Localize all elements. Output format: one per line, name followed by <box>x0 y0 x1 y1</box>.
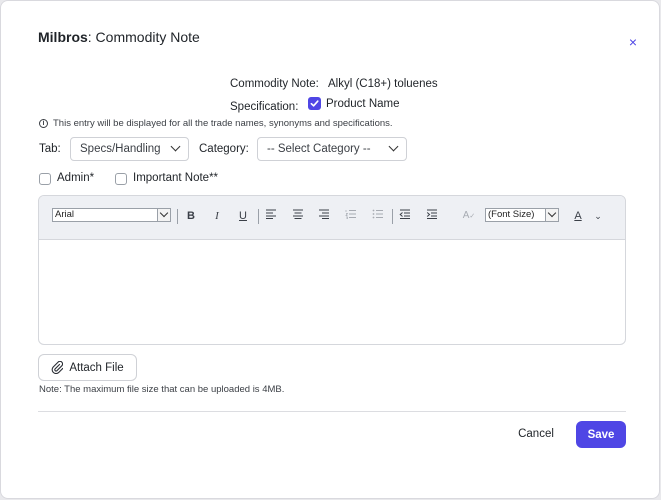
footer-divider <box>38 411 626 412</box>
paperclip-icon <box>51 361 64 374</box>
important-note-label: Important Note** <box>133 172 219 184</box>
clear-format-icon[interactable]: A✓ <box>462 209 476 223</box>
font-size-select[interactable]: (Font Size) <box>485 208 559 222</box>
category-select[interactable]: -- Select Category -- <box>257 137 407 161</box>
editor-content-area[interactable] <box>39 240 625 344</box>
category-label: Category: <box>199 143 249 155</box>
commodity-note-label: Commodity Note: <box>230 78 319 90</box>
category-select-value: -- Select Category -- <box>267 143 371 155</box>
chevron-down-icon <box>388 141 399 152</box>
indent-icon[interactable] <box>425 209 439 223</box>
chevron-down-icon <box>170 141 181 152</box>
chevron-down-icon[interactable]: ⌄ <box>591 209 605 223</box>
italic-icon[interactable]: I <box>210 209 224 223</box>
admin-label: Admin* <box>57 172 95 184</box>
chevron-down-icon <box>157 209 170 221</box>
specification-option-label: Product Name <box>326 98 400 110</box>
tab-select[interactable]: Specs/Handling <box>70 137 189 161</box>
align-left-icon[interactable] <box>264 209 278 223</box>
ordered-list-icon[interactable] <box>344 209 358 223</box>
rich-text-editor: Arial B I U A✓ (Font Size) A ⌄ <box>38 195 626 345</box>
commodity-note-value: Alkyl (C18+) toluenes <box>328 78 438 90</box>
close-icon[interactable]: × <box>626 35 640 49</box>
dialog-title-text: : Commodity Note <box>87 29 200 45</box>
specification-label: Specification: <box>230 101 299 113</box>
file-size-note: Note: The maximum file size that can be … <box>39 384 285 395</box>
font-family-value: Arial <box>55 209 75 220</box>
info-message: i This entry will be displayed for all t… <box>39 118 393 129</box>
tab-label: Tab: <box>39 143 61 155</box>
font-size-value: (Font Size) <box>488 209 535 220</box>
admin-checkbox[interactable] <box>39 173 51 185</box>
important-note-checkbox[interactable] <box>115 173 127 185</box>
attach-file-button[interactable]: Attach File <box>38 354 137 381</box>
info-icon: i <box>39 119 48 128</box>
unordered-list-icon[interactable] <box>371 209 385 223</box>
align-center-icon[interactable] <box>291 209 305 223</box>
toolbar-divider <box>392 209 393 224</box>
font-family-select[interactable]: Arial <box>52 208 171 222</box>
editor-toolbar: Arial B I U A✓ (Font Size) A ⌄ <box>39 196 625 240</box>
commodity-note-dialog: Milbros: Commodity Note × Commodity Note… <box>0 0 660 499</box>
bold-icon[interactable]: B <box>184 209 198 223</box>
chevron-down-icon <box>545 209 558 221</box>
dialog-title: Milbros: Commodity Note <box>38 29 200 45</box>
save-button[interactable]: Save <box>576 421 626 448</box>
info-text: This entry will be displayed for all the… <box>53 118 393 129</box>
attach-file-label: Attach File <box>69 361 124 374</box>
toolbar-divider <box>177 209 178 224</box>
align-right-icon[interactable] <box>317 209 331 223</box>
outdent-icon[interactable] <box>398 209 412 223</box>
checkmark-icon <box>310 100 319 107</box>
toolbar-divider <box>258 209 259 224</box>
font-color-icon[interactable]: A <box>571 209 585 223</box>
cancel-button[interactable]: Cancel <box>507 421 565 447</box>
specification-checkbox[interactable] <box>308 97 321 110</box>
tab-select-value: Specs/Handling <box>80 143 161 155</box>
underline-icon[interactable]: U <box>236 209 250 223</box>
dialog-title-brand: Milbros <box>38 29 88 45</box>
